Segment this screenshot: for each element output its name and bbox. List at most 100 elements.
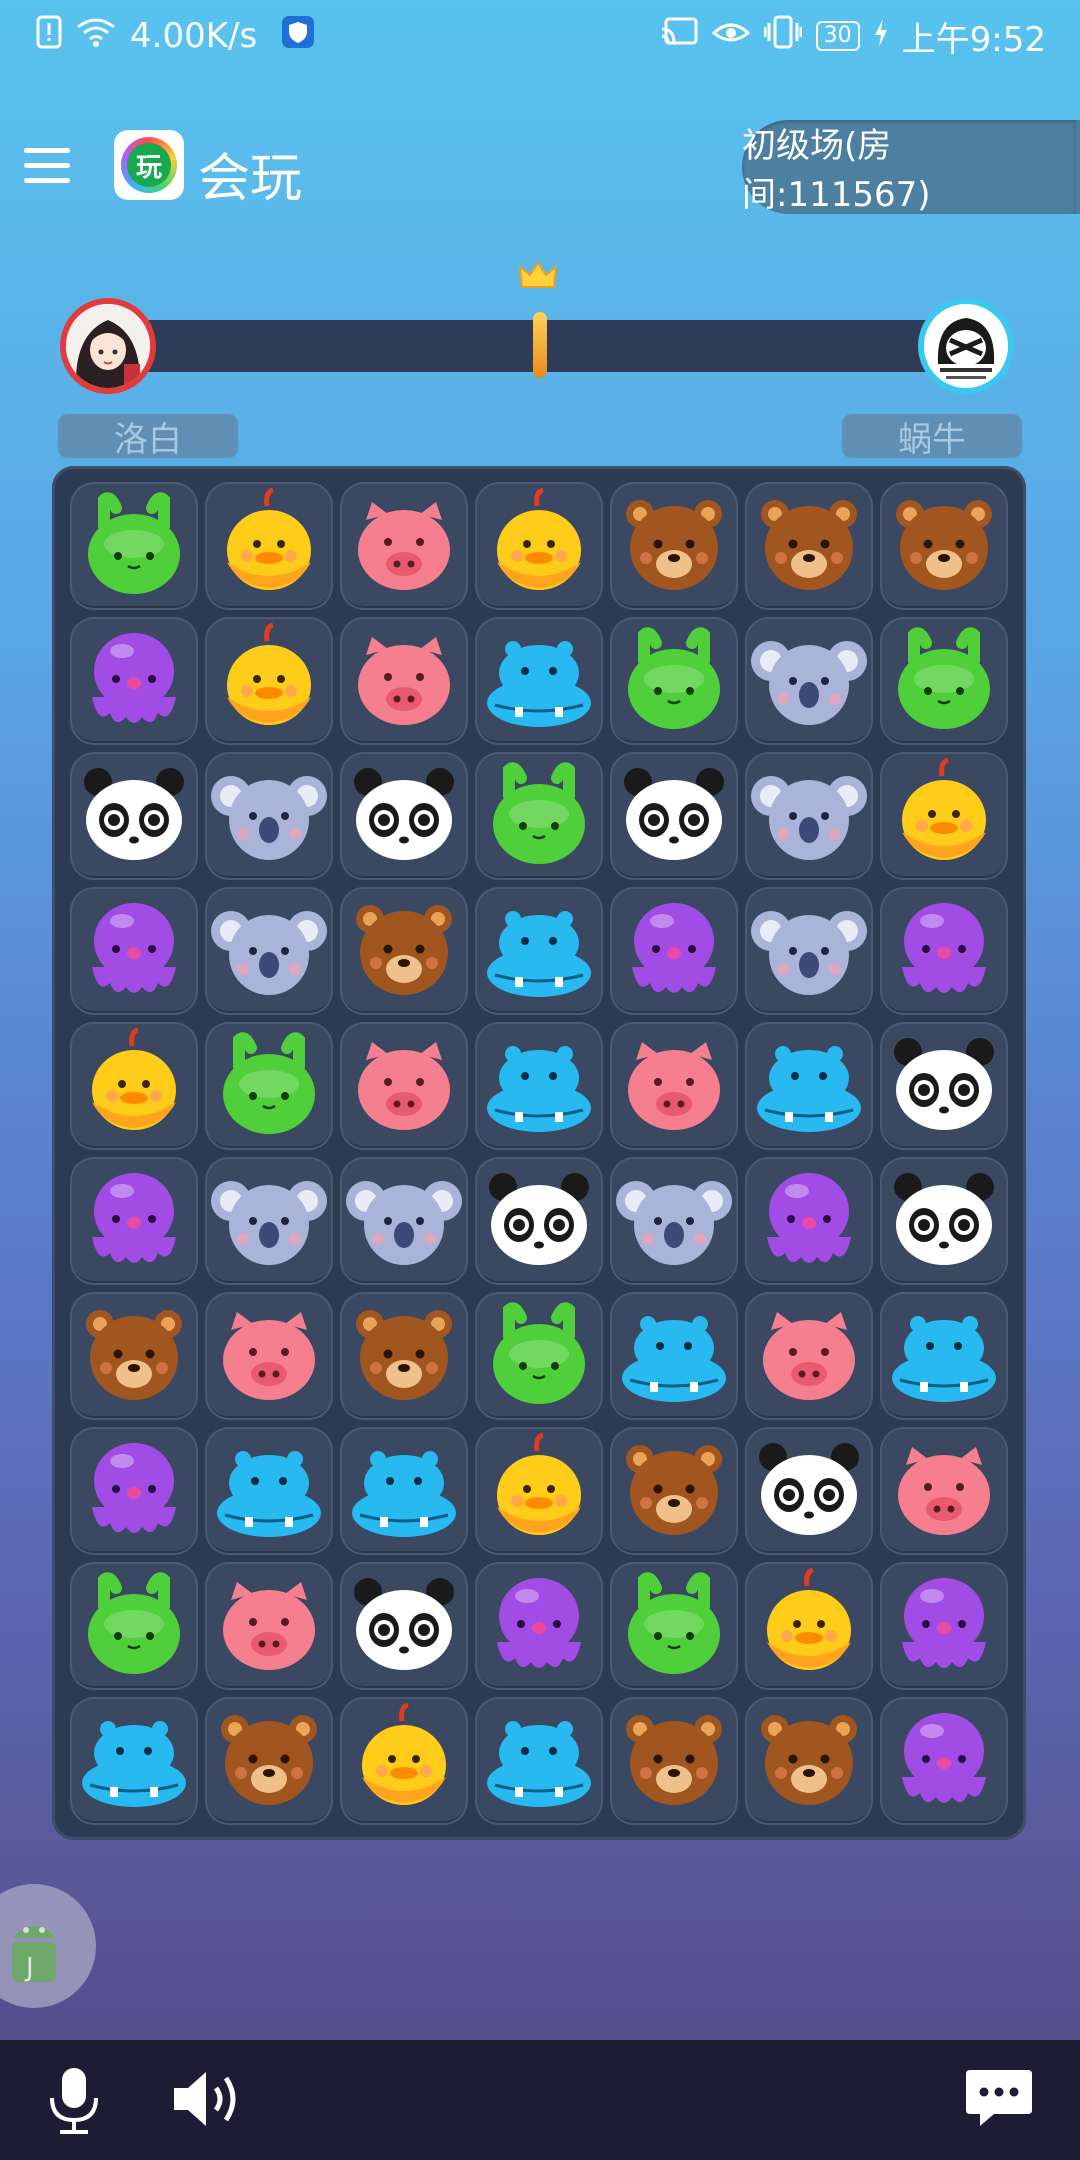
chat-icon[interactable] (964, 2068, 1034, 2130)
board-tile[interactable] (610, 1427, 738, 1555)
board-tile[interactable] (745, 887, 873, 1015)
board-tile[interactable] (475, 1697, 603, 1825)
board-tile[interactable] (340, 1157, 468, 1285)
board-tile[interactable] (610, 1292, 738, 1420)
board-tile[interactable] (70, 1562, 198, 1690)
octopus-icon (497, 1578, 581, 1668)
board-tile[interactable] (340, 1697, 468, 1825)
chick-icon (767, 1567, 851, 1670)
board-tile[interactable] (70, 1292, 198, 1420)
board-tile[interactable] (745, 1562, 873, 1690)
board-tile[interactable] (745, 1427, 873, 1555)
board-tile[interactable] (475, 1292, 603, 1420)
board-tile[interactable] (880, 887, 1008, 1015)
app-logo-char: 玩 (127, 143, 171, 187)
player-left-avatar[interactable] (60, 298, 156, 394)
chick-icon (902, 757, 986, 860)
board-tile[interactable] (475, 1022, 603, 1150)
board-tile[interactable] (340, 1562, 468, 1690)
board-tile[interactable] (70, 617, 198, 745)
board-tile[interactable] (70, 1157, 198, 1285)
player-right-avatar[interactable] (918, 298, 1014, 394)
app-logo: 玩 (114, 130, 184, 200)
board-tile[interactable] (880, 617, 1008, 745)
menu-icon[interactable] (24, 148, 70, 184)
koala-icon (211, 1181, 327, 1265)
board-tile[interactable] (745, 1022, 873, 1150)
floating-assistant-button[interactable]: J (0, 1884, 96, 2008)
chick-icon (227, 487, 311, 590)
eye-comfort-icon (711, 16, 750, 56)
board-tile[interactable] (745, 1157, 873, 1285)
octopus-icon (767, 1173, 851, 1263)
board-tile[interactable] (70, 482, 198, 610)
board-tile[interactable] (610, 1157, 738, 1285)
board-tile[interactable] (475, 1562, 603, 1690)
board-tile[interactable] (880, 1562, 1008, 1690)
pig-icon (223, 1312, 315, 1400)
frog-icon (898, 627, 990, 729)
board-tile[interactable] (880, 752, 1008, 880)
board-tile[interactable] (340, 617, 468, 745)
bear-icon (896, 500, 992, 590)
board-tile[interactable] (340, 1427, 468, 1555)
board-tile[interactable] (205, 1697, 333, 1825)
board-tile[interactable] (70, 1022, 198, 1150)
board-tile[interactable] (610, 752, 738, 880)
board-tile[interactable] (880, 1022, 1008, 1150)
board-tile[interactable] (70, 752, 198, 880)
board-tile[interactable] (475, 617, 603, 745)
frog-icon (628, 1572, 720, 1674)
board-tile[interactable] (70, 887, 198, 1015)
board-tile[interactable] (745, 617, 873, 745)
board-tile[interactable] (880, 482, 1008, 610)
board-tile[interactable] (205, 752, 333, 880)
board-tile[interactable] (205, 617, 333, 745)
board-tile[interactable] (745, 1292, 873, 1420)
board-tile[interactable] (340, 887, 468, 1015)
board-tile[interactable] (610, 1022, 738, 1150)
board-tile[interactable] (475, 482, 603, 610)
board-tile[interactable] (475, 887, 603, 1015)
board-tile[interactable] (205, 887, 333, 1015)
board-tile[interactable] (205, 482, 333, 610)
board-tile[interactable] (880, 1292, 1008, 1420)
hippo-icon (487, 1046, 591, 1132)
board-tile[interactable] (610, 1697, 738, 1825)
board-tile[interactable] (880, 1427, 1008, 1555)
board-tile[interactable] (340, 482, 468, 610)
board-tile[interactable] (205, 1157, 333, 1285)
board-tile[interactable] (70, 1427, 198, 1555)
board-tile[interactable] (475, 1427, 603, 1555)
board-tile[interactable] (340, 1292, 468, 1420)
board-tile[interactable] (880, 1697, 1008, 1825)
status-bar: 4.00K/s 30 上午9:52 (0, 0, 1080, 72)
octopus-icon (902, 903, 986, 993)
board-tile[interactable] (205, 1022, 333, 1150)
room-info-badge[interactable]: 初级场(房间:111567) (742, 120, 1080, 215)
network-speed: 4.00K/s (130, 16, 258, 56)
android-icon: J (12, 1926, 56, 1983)
board-tile[interactable] (610, 617, 738, 745)
board-tile[interactable] (205, 1562, 333, 1690)
board-tile[interactable] (475, 752, 603, 880)
board-tile[interactable] (475, 1157, 603, 1285)
board-tile[interactable] (610, 1562, 738, 1690)
speaker-icon[interactable] (172, 2068, 244, 2130)
board-tile[interactable] (745, 482, 873, 610)
microphone-icon[interactable] (44, 2066, 104, 2136)
battery-indicator: 30 (815, 21, 860, 51)
board-tile[interactable] (880, 1157, 1008, 1285)
board-tile[interactable] (340, 1022, 468, 1150)
board-tile[interactable] (745, 1697, 873, 1825)
board-tile[interactable] (610, 887, 738, 1015)
panda-icon (759, 1443, 859, 1535)
pig-icon (223, 1582, 315, 1670)
board-tile[interactable] (205, 1292, 333, 1420)
board-tile[interactable] (610, 482, 738, 610)
board-tile[interactable] (745, 752, 873, 880)
board-tile[interactable] (205, 1427, 333, 1555)
board-tile[interactable] (70, 1697, 198, 1825)
frog-icon (88, 492, 180, 594)
board-tile[interactable] (340, 752, 468, 880)
